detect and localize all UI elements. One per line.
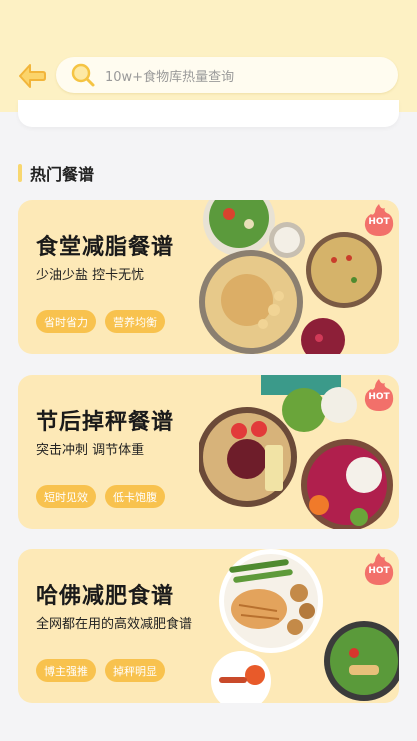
back-button[interactable] <box>14 58 50 94</box>
card-title: 哈佛减肥食谱 <box>36 584 175 609</box>
card-tags: 博主强推 掉秤明显 <box>36 659 174 682</box>
tag: 营养均衡 <box>105 310 165 333</box>
hot-label: HOT <box>368 566 390 576</box>
card-tags: 短时见效 低卡饱腹 <box>36 485 174 508</box>
card-subtitle: 少油少盐 控卡无忧 <box>36 268 145 283</box>
hot-badge: HOT <box>363 202 395 238</box>
hot-badge: HOT <box>363 377 395 413</box>
collapsed-card <box>18 100 399 127</box>
magnifier-icon <box>71 63 95 87</box>
tag: 省时省力 <box>36 310 96 333</box>
card-subtitle: 全网都在用的高效减肥食谱 <box>36 617 193 632</box>
hot-label: HOT <box>368 392 390 402</box>
section-accent-bar <box>18 164 22 182</box>
card-title: 节后掉秤餐谱 <box>36 410 175 435</box>
card-title: 食堂减脂餐谱 <box>36 235 175 260</box>
tag: 短时见效 <box>36 485 96 508</box>
section-title: 热门餐谱 <box>30 165 95 184</box>
section-header: 热门餐谱 <box>18 162 94 184</box>
tag: 低卡饱腹 <box>105 485 165 508</box>
header: 10w+食物库热量查询 <box>0 0 417 112</box>
tag: 博主强推 <box>36 659 96 682</box>
recipe-card-canteen[interactable]: 食堂减脂餐谱 少油少盐 控卡无忧 省时省力 营养均衡 HOT <box>18 200 399 354</box>
card-tags: 省时省力 营养均衡 <box>36 310 174 333</box>
card-subtitle: 突击冲刺 调节体重 <box>36 443 145 458</box>
arrow-left-icon <box>19 64 46 88</box>
search-placeholder: 10w+食物库热量查询 <box>105 69 235 85</box>
search-input[interactable]: 10w+食物库热量查询 <box>56 57 398 93</box>
hot-label: HOT <box>368 217 390 227</box>
tag: 掉秤明显 <box>105 659 165 682</box>
recipe-card-harvard[interactable]: 哈佛减肥食谱 全网都在用的高效减肥食谱 博主强推 掉秤明显 HOT <box>18 549 399 703</box>
hot-badge: HOT <box>363 551 395 587</box>
recipe-card-holiday[interactable]: 节后掉秤餐谱 突击冲刺 调节体重 短时见效 低卡饱腹 HOT <box>18 375 399 529</box>
